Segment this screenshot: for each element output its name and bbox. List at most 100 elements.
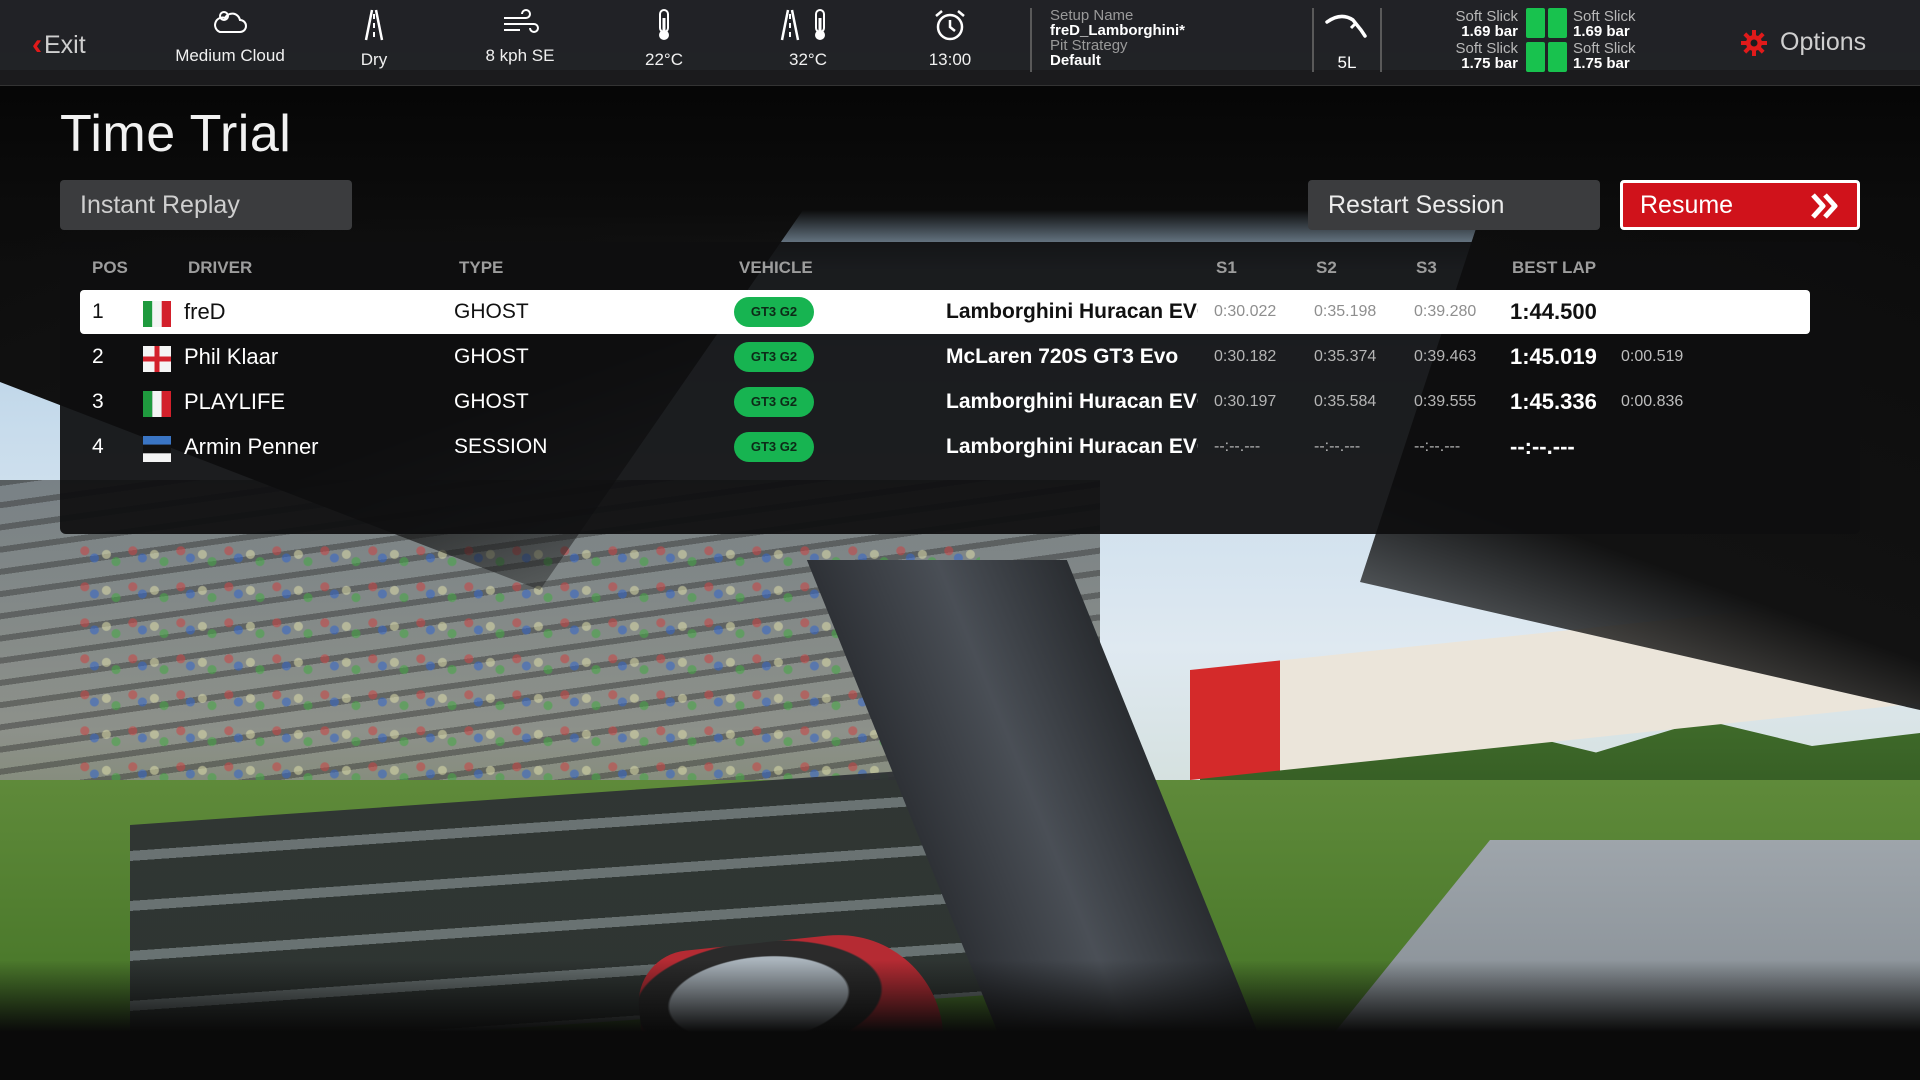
- divider: [1030, 8, 1032, 72]
- vehicle-name: McLaren 720S GT3 Evo: [946, 345, 1179, 368]
- tyre-rear-left-icon: [1526, 42, 1545, 72]
- weather-wind: 8 kph SE: [460, 8, 580, 78]
- exit-button[interactable]: ‹‹ Exit: [32, 28, 86, 62]
- options-button[interactable]: Options: [1740, 28, 1866, 57]
- class-badge: GT3 G2: [734, 342, 814, 372]
- resume-button[interactable]: Resume: [1620, 180, 1860, 230]
- driver-name: PLAYLIFE: [184, 389, 286, 414]
- row-position: 1: [92, 300, 104, 323]
- instant-replay-button[interactable]: Instant Replay: [60, 180, 352, 230]
- dashboard-bottom: [0, 960, 1920, 1080]
- gap-to-leader: 0:00.519: [1621, 348, 1684, 365]
- row-position: 3: [92, 390, 104, 413]
- vehicle-name: Lamborghini Huracan EVO: [946, 390, 1198, 413]
- tyre-status: Soft Slick 1.69 bar Soft Slick 1.75 bar …: [1440, 6, 1660, 76]
- tyre-compound: Soft Slick: [1573, 40, 1636, 57]
- row-position: 2: [92, 345, 104, 368]
- driver-name: Phil Klaar: [184, 344, 279, 369]
- divider: [1312, 8, 1314, 72]
- class-badge: GT3 G2: [734, 297, 814, 327]
- tyre-pressure: 1.75 bar: [1461, 55, 1518, 72]
- weather-track-state: Dry: [314, 8, 434, 78]
- dashboard-shade: [0, 70, 1920, 270]
- weather-clouds-value: Medium Cloud: [175, 46, 285, 65]
- driver-name: freD: [184, 299, 226, 324]
- column-header-s2: S2: [1316, 258, 1337, 277]
- tyre-pressure: 1.75 bar: [1573, 55, 1630, 72]
- sector-3-time: 0:39.555: [1414, 393, 1477, 410]
- sector-3-time: 0:39.463: [1414, 348, 1477, 365]
- setup-name-value: freD_Lamborghini*: [1050, 22, 1186, 39]
- country-flag-icon: [143, 301, 171, 327]
- fuel-level-value: 5L: [1337, 53, 1357, 72]
- instant-replay-label: Instant Replay: [80, 190, 240, 219]
- entry-type: GHOST: [454, 345, 529, 368]
- pit-strategy-value: Default: [1050, 52, 1101, 69]
- resume-label: Resume: [1640, 190, 1734, 219]
- class-badge: GT3 G2: [734, 432, 814, 462]
- thermometer-icon: [659, 9, 669, 40]
- column-header-s3: S3: [1416, 258, 1437, 277]
- sector-1-time: --:--.---: [1214, 438, 1261, 455]
- entry-type: GHOST: [454, 390, 529, 413]
- weather-track-state-value: Dry: [360, 50, 388, 69]
- best-lap-time: 1:44.500: [1510, 299, 1597, 324]
- entry-type: SESSION: [454, 435, 548, 458]
- tyre-rear-left-info: Soft Slick 1.75 bar: [1440, 41, 1518, 71]
- sector-1-time: 0:30.022: [1214, 303, 1277, 320]
- driver-name: Armin Penner: [184, 434, 319, 459]
- country-flag-icon: [143, 391, 171, 417]
- gap-to-leader: 0:00.836: [1621, 393, 1684, 410]
- best-lap-time: 1:45.019: [1510, 344, 1597, 369]
- weather-time-of-day-value: 13:00: [928, 50, 972, 69]
- column-header-best-lap: BEST LAP: [1512, 258, 1597, 277]
- sector-2-time: --:--.---: [1314, 438, 1361, 455]
- column-header-vehicle: VEHICLE: [739, 258, 813, 277]
- restart-session-label: Restart Session: [1328, 190, 1505, 219]
- tyre-compound: Soft Slick: [1573, 8, 1636, 25]
- column-header-pos: POS: [92, 258, 128, 277]
- vehicle-name: Lamborghini Huracan EVO: [946, 300, 1198, 323]
- sector-1-time: 0:30.182: [1214, 348, 1277, 365]
- best-lap-time: 1:45.336: [1510, 389, 1597, 414]
- sector-2-time: 0:35.198: [1314, 303, 1377, 320]
- weather-track-temperature-value: 32°C: [789, 50, 827, 69]
- vehicle-name: Lamborghini Huracan EVO: [946, 435, 1198, 458]
- tyre-rear-right-icon: [1548, 42, 1567, 72]
- tyre-front-left-icon: [1526, 8, 1545, 38]
- column-header-type: TYPE: [459, 258, 504, 277]
- restart-session-button[interactable]: Restart Session: [1308, 180, 1600, 230]
- table-row[interactable]: 2 Phil Klaar GHOST GT3 G2 McLaren 720S GT3 E…: [80, 335, 1810, 379]
- sector-1-time: 0:30.197: [1214, 393, 1277, 410]
- wind-icon: [504, 9, 539, 33]
- row-position: 4: [92, 435, 104, 458]
- fast-forward-icon: [1811, 193, 1838, 219]
- weather-wind-value: 8 kph SE: [485, 46, 555, 65]
- sector-3-time: 0:39.280: [1414, 303, 1477, 320]
- table-row[interactable]: 3 PLAYLIFE GHOST GT3 G2 Lamborghini Huracan …: [80, 380, 1810, 424]
- sector-2-time: 0:35.584: [1314, 393, 1377, 410]
- setup-name-label: Setup Name: [1050, 7, 1134, 24]
- setup-info[interactable]: Setup Name freD_Lamborghini* Pit Strateg…: [1050, 8, 1300, 68]
- options-label: Options: [1780, 28, 1867, 56]
- table-row[interactable]: 4 Armin Penner SESSION GT3 G2 Lamborghini Hu…: [80, 425, 1810, 469]
- fuel-level: 5L: [1318, 10, 1376, 73]
- top-hud-bar: ‹‹ Exit Medium Cloud Dry 8 kph SE 22°C: [0, 0, 1920, 86]
- table-row[interactable]: 1 freD GHOST GT3 G2 Lamborghini Huracan EVO 0…: [80, 290, 1810, 334]
- tyre-pressure: 1.69 bar: [1461, 23, 1518, 40]
- divider: [1380, 8, 1382, 72]
- weather-time-of-day: 13:00: [890, 8, 1010, 78]
- weather-track-temperature: 32°C: [748, 8, 868, 78]
- cloud-icon: [214, 11, 247, 33]
- tyre-compound: Soft Slick: [1455, 40, 1518, 57]
- gear-icon: [1741, 29, 1767, 56]
- weather-clouds: Medium Cloud: [170, 8, 290, 78]
- tyre-front-left-info: Soft Slick 1.69 bar: [1440, 9, 1518, 39]
- country-flag-icon: [143, 436, 171, 462]
- weather-air-temperature-value: 22°C: [645, 50, 683, 69]
- tyre-rear-right-info: Soft Slick 1.75 bar: [1573, 41, 1636, 71]
- tyre-compound: Soft Slick: [1455, 8, 1518, 25]
- tyre-pressure: 1.69 bar: [1573, 23, 1630, 40]
- road-icon: [364, 9, 384, 41]
- tyre-front-right-info: Soft Slick 1.69 bar: [1573, 9, 1636, 39]
